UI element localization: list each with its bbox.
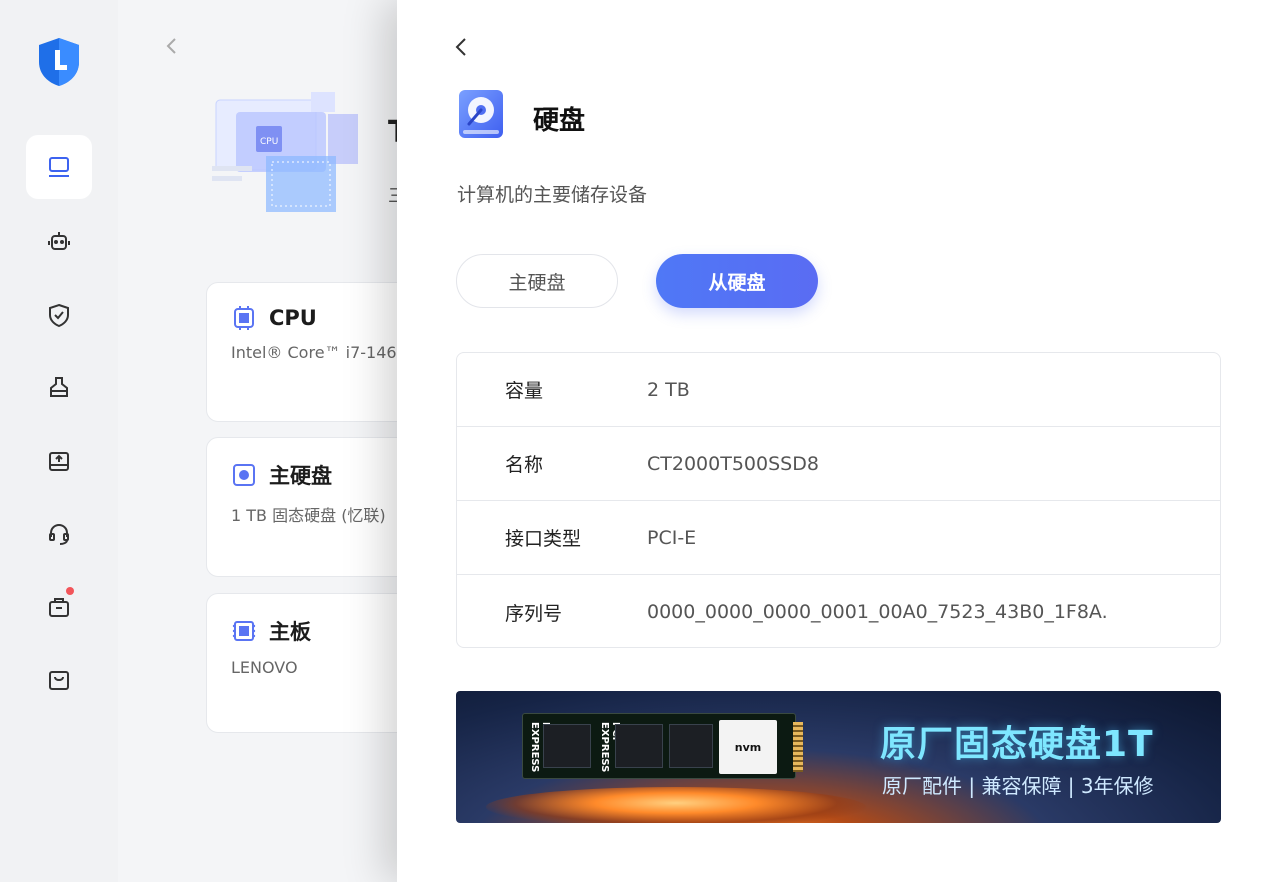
drawer-subtitle: 计算机的主要储存设备 bbox=[457, 184, 648, 206]
hard-disk-icon bbox=[459, 90, 503, 138]
nav-clean[interactable] bbox=[26, 356, 92, 420]
banner-glow bbox=[486, 787, 866, 823]
chevron-left-icon[interactable] bbox=[160, 34, 184, 58]
nav-assistant[interactable] bbox=[26, 210, 92, 274]
chevron-left-icon bbox=[455, 38, 466, 56]
drive-upload-icon bbox=[49, 452, 69, 471]
ssd-chip bbox=[615, 724, 663, 768]
table-row: 名称 CT2000T500SSD8 bbox=[457, 427, 1220, 501]
drawer-title: 硬盘 bbox=[533, 106, 586, 136]
svg-text:CPU: CPU bbox=[260, 137, 278, 147]
nav-toolbox[interactable] bbox=[26, 575, 92, 639]
drawer-back-button[interactable] bbox=[449, 34, 473, 60]
notification-dot bbox=[66, 587, 74, 595]
primary-disk-card-title: 主硬盘 bbox=[269, 464, 332, 488]
row-key: 接口类型 bbox=[505, 528, 582, 550]
monitor-icon bbox=[49, 157, 69, 177]
motherboard-card-title: 主板 bbox=[269, 620, 311, 644]
ssd-ad-banner[interactable]: PCI EXPRESS PCI EXPRESS nvm 原厂固态硬盘1T 原厂配… bbox=[456, 691, 1221, 823]
table-row: 序列号 0000_0000_0000_0001_00A0_7523_43B0_1… bbox=[457, 575, 1220, 647]
banner-title: 原厂固态硬盘1T bbox=[880, 724, 1154, 765]
table-row: 接口类型 PCI-E bbox=[457, 501, 1220, 575]
nav-security[interactable] bbox=[26, 283, 92, 347]
row-key: 容量 bbox=[505, 380, 544, 402]
ssd-chip bbox=[543, 724, 591, 768]
cpu-card-title: CPU bbox=[269, 306, 317, 330]
clean-icon bbox=[50, 377, 68, 397]
nav-service[interactable] bbox=[26, 502, 92, 566]
ssd-label: nvm bbox=[719, 720, 777, 774]
row-value: 0000_0000_0000_0001_00A0_7523_43B0_1F8A. bbox=[647, 601, 1108, 623]
toolbox-icon bbox=[49, 598, 69, 617]
bag-icon bbox=[49, 671, 69, 690]
headset-icon bbox=[49, 523, 69, 545]
cpu-icon bbox=[234, 306, 254, 330]
row-key: 名称 bbox=[505, 454, 544, 476]
row-value: CT2000T500SSD8 bbox=[647, 452, 819, 475]
shield-logo-icon bbox=[39, 38, 79, 86]
robot-icon bbox=[48, 232, 70, 250]
row-value: PCI-E bbox=[647, 526, 697, 549]
motherboard-card-desc: LENOVO bbox=[231, 658, 298, 677]
hard-disk-drawer: 硬盘 计算机的主要储存设备 主硬盘 从硬盘 容量 2 TB 名称 CT2000T… bbox=[397, 0, 1280, 882]
hardware-illustration: CPU bbox=[212, 92, 358, 212]
nav-drivers[interactable] bbox=[26, 429, 92, 493]
nav-hardware[interactable] bbox=[26, 135, 92, 199]
hard-disk-icon bbox=[233, 464, 255, 486]
nav-store[interactable] bbox=[26, 648, 92, 712]
row-key: 序列号 bbox=[505, 602, 563, 625]
ssd-chip bbox=[669, 724, 713, 768]
motherboard-icon bbox=[232, 621, 256, 641]
ssd-connector bbox=[793, 722, 803, 772]
cpu-card-desc: Intel® Core™ i7-146 bbox=[231, 343, 397, 362]
tab-secondary-disk[interactable]: 从硬盘 bbox=[656, 254, 818, 308]
banner-subtitle: 原厂配件 | 兼容保障 | 3年保修 bbox=[882, 774, 1154, 798]
sidebar bbox=[0, 0, 118, 882]
table-row: 容量 2 TB bbox=[457, 353, 1220, 427]
ssd-stick-image: PCI EXPRESS PCI EXPRESS nvm bbox=[522, 713, 803, 779]
shield-check-icon bbox=[49, 303, 69, 328]
primary-disk-card-desc: 1 TB 固态硬盘 (忆联) bbox=[231, 506, 386, 525]
row-value: 2 TB bbox=[647, 378, 690, 401]
disk-info-table: 容量 2 TB 名称 CT2000T500SSD8 接口类型 PCI-E 序列号… bbox=[456, 352, 1221, 648]
tab-primary-disk[interactable]: 主硬盘 bbox=[456, 254, 618, 308]
